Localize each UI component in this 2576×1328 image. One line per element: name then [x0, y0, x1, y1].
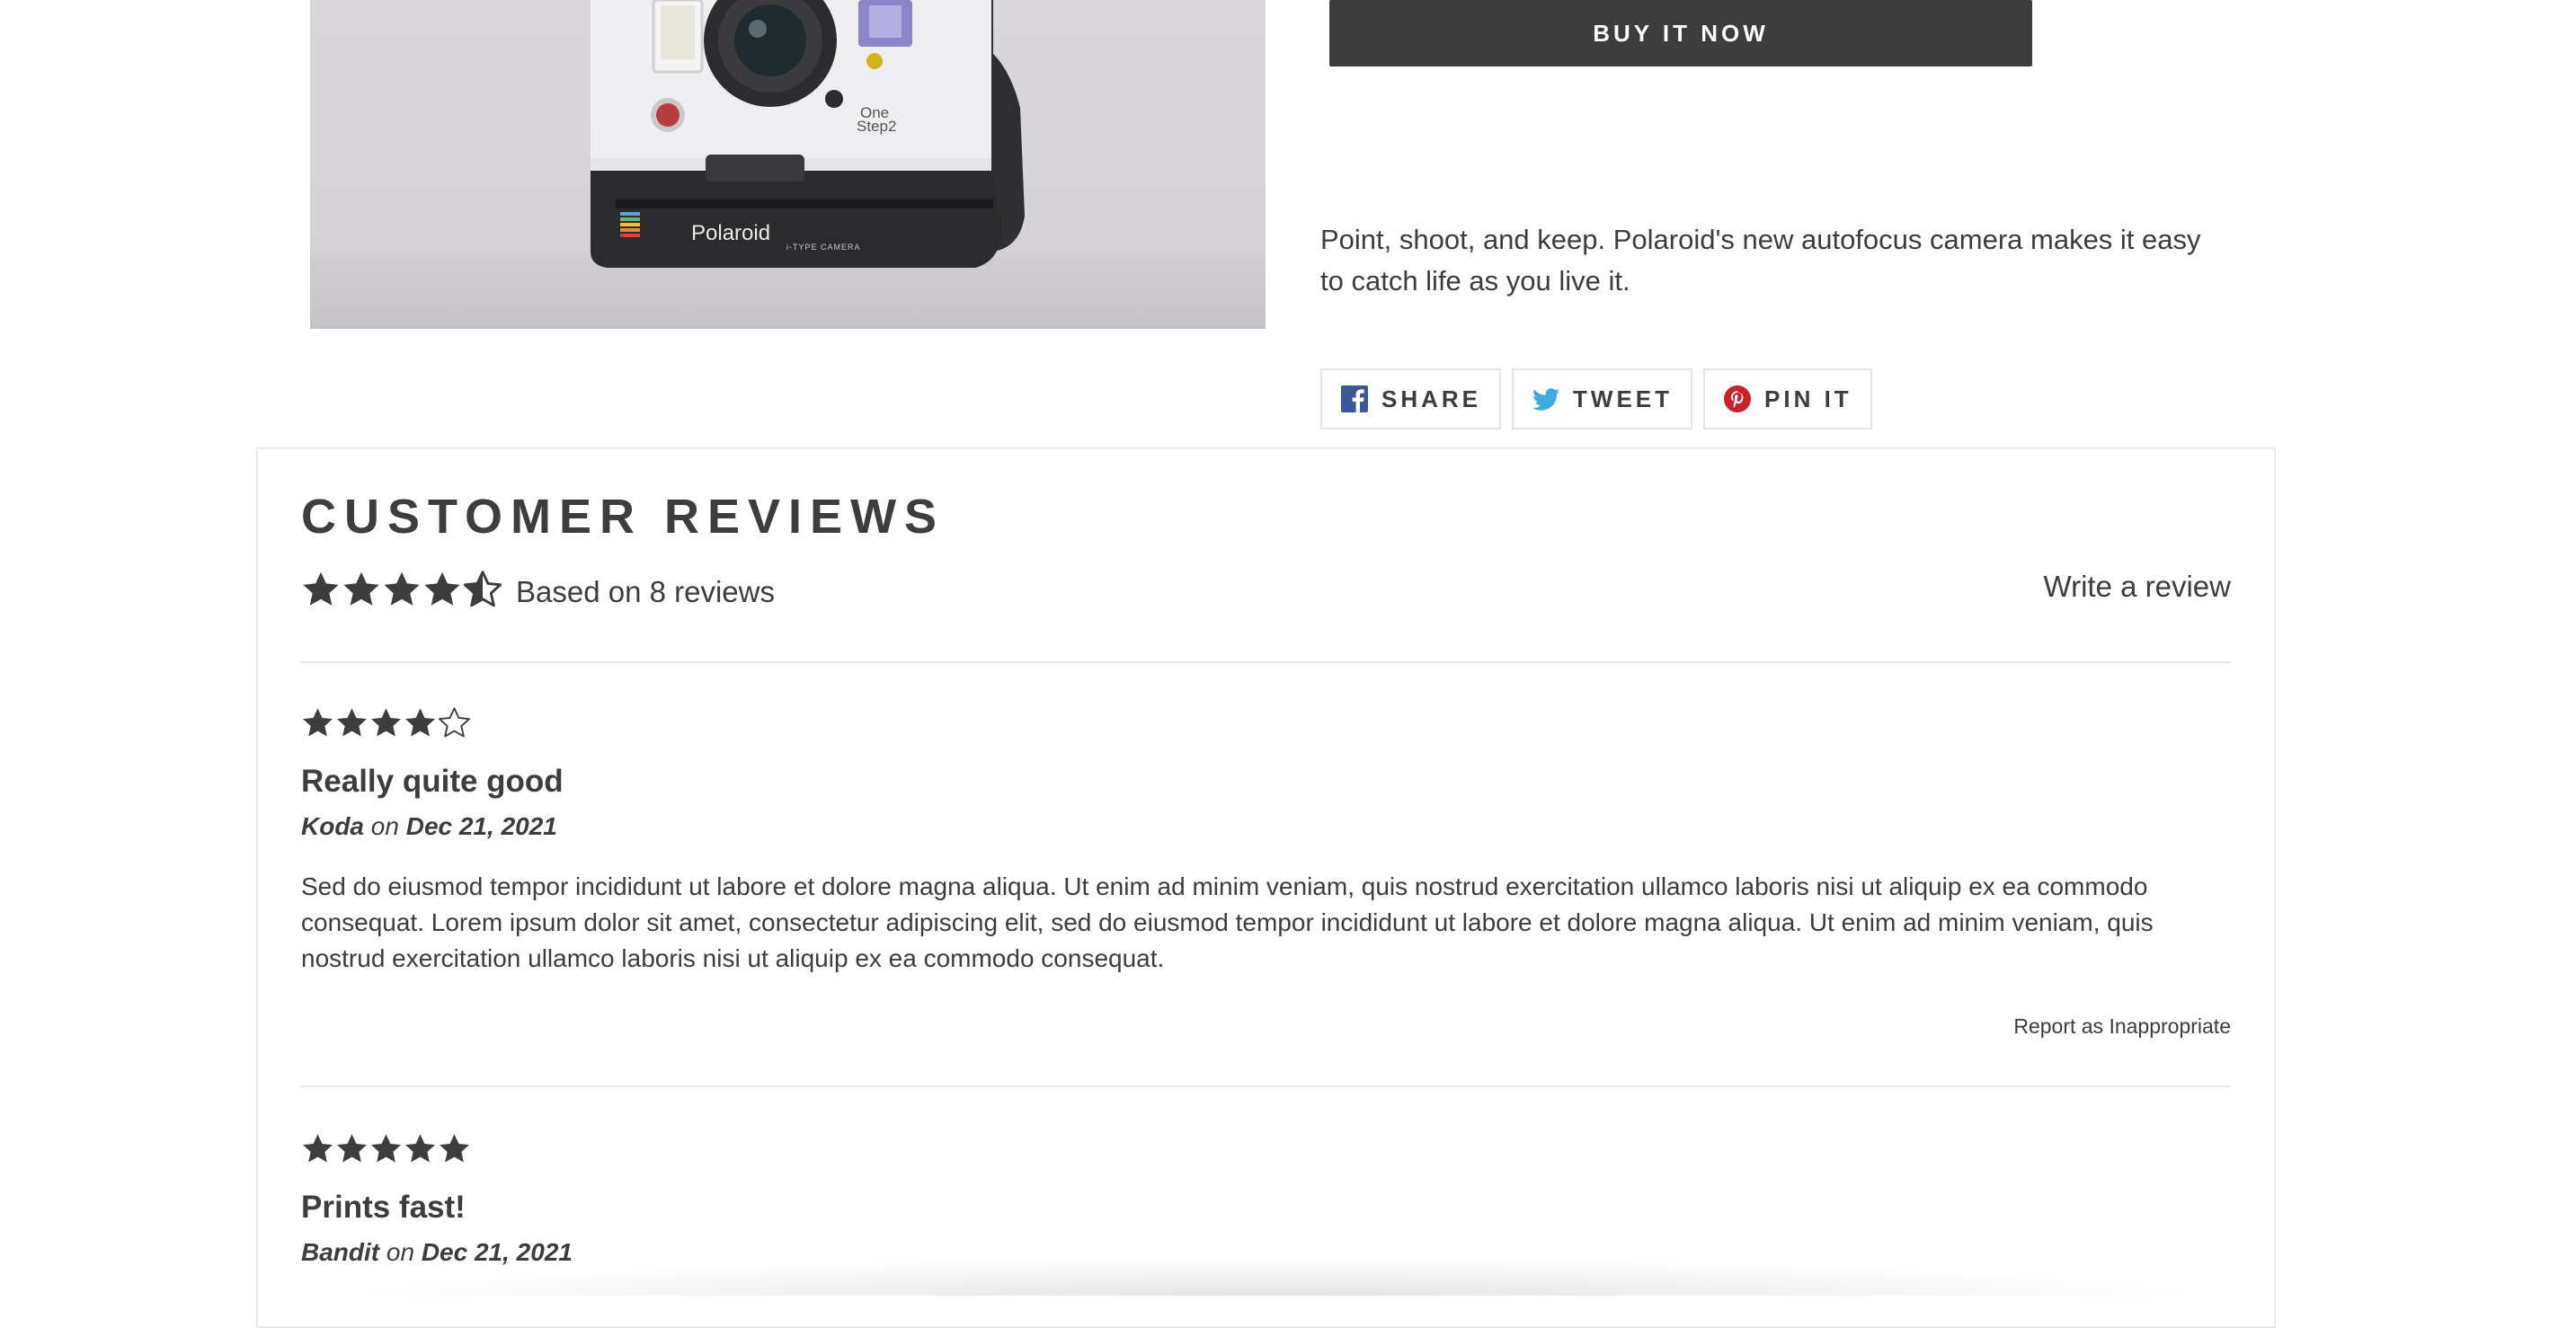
tweet-label: TWEET	[1573, 385, 1674, 412]
twitter-icon	[1532, 385, 1560, 413]
social-share-bar: SHARE TWEET PIN IT	[1320, 368, 1872, 429]
camera-model-line2: Step2	[857, 118, 897, 135]
review-count-summary: Based on 8 reviews	[516, 575, 775, 608]
review-rating-stars	[301, 706, 2231, 739]
camera-brand-text: Polaroid	[691, 221, 771, 245]
review-meta: Koda on Dec 21, 2021	[301, 811, 2231, 842]
share-twitter-button[interactable]: TWEET	[1512, 368, 1693, 429]
pin-it-label: PIN IT	[1764, 385, 1852, 412]
star-full-icon	[301, 706, 334, 739]
star-full-icon	[369, 706, 403, 739]
share-label: SHARE	[1381, 385, 1482, 412]
facebook-icon	[1340, 385, 1369, 413]
star-half-icon	[463, 570, 502, 609]
share-facebook-button[interactable]: SHARE	[1320, 368, 1502, 429]
star-full-icon	[301, 1132, 334, 1165]
star-full-icon	[369, 1132, 403, 1165]
star-full-icon	[422, 570, 462, 609]
review-author: Koda	[301, 812, 364, 840]
product-image: Polaroid i-TYPE CAMERA One Step2	[310, 0, 1266, 329]
star-full-icon	[404, 1132, 437, 1165]
camera-illustration	[591, 0, 1025, 268]
star-full-icon	[342, 570, 381, 609]
scroll-fade-shadow	[333, 1258, 2220, 1296]
star-full-icon	[335, 1132, 369, 1165]
divider	[301, 1085, 2231, 1087]
review-item: Prints fast! Bandit on Dec 21, 2021	[301, 1132, 2231, 1268]
buy-it-now-button[interactable]: BUY IT NOW	[1329, 0, 2032, 66]
camera-type-text: i-TYPE CAMERA	[786, 243, 861, 252]
product-description: Point, shoot, and keep. Polaroid's new a…	[1320, 224, 2201, 297]
star-full-icon	[301, 570, 341, 609]
write-review-link[interactable]: Write a review	[2044, 570, 2231, 604]
review-body: Sed do eiusmod tempor incididunt ut labo…	[301, 872, 2154, 972]
star-full-icon	[438, 1132, 471, 1165]
review-item: Really quite good Koda on Dec 21, 2021 S…	[301, 706, 2231, 1039]
pinterest-icon	[1723, 385, 1752, 413]
star-full-icon	[335, 706, 369, 739]
review-title: Prints fast!	[301, 1190, 466, 1225]
report-inappropriate-link[interactable]: Report as Inappropriate	[301, 1014, 2231, 1039]
review-date: Dec 21, 2021	[405, 812, 557, 840]
customer-reviews-section: CUSTOMER REVIEWS Based on 8 reviews Writ…	[256, 447, 2276, 1328]
review-rating-stars	[301, 1132, 2231, 1165]
reviews-heading: CUSTOMER REVIEWS	[301, 490, 946, 544]
average-rating-stars	[301, 570, 502, 609]
star-full-icon	[404, 706, 437, 739]
review-title: Really quite good	[301, 764, 564, 799]
star-empty-icon	[438, 706, 471, 739]
divider	[301, 661, 2231, 663]
review-on: on	[370, 812, 399, 840]
share-pinterest-button[interactable]: PIN IT	[1703, 368, 1872, 429]
star-full-icon	[382, 570, 422, 609]
